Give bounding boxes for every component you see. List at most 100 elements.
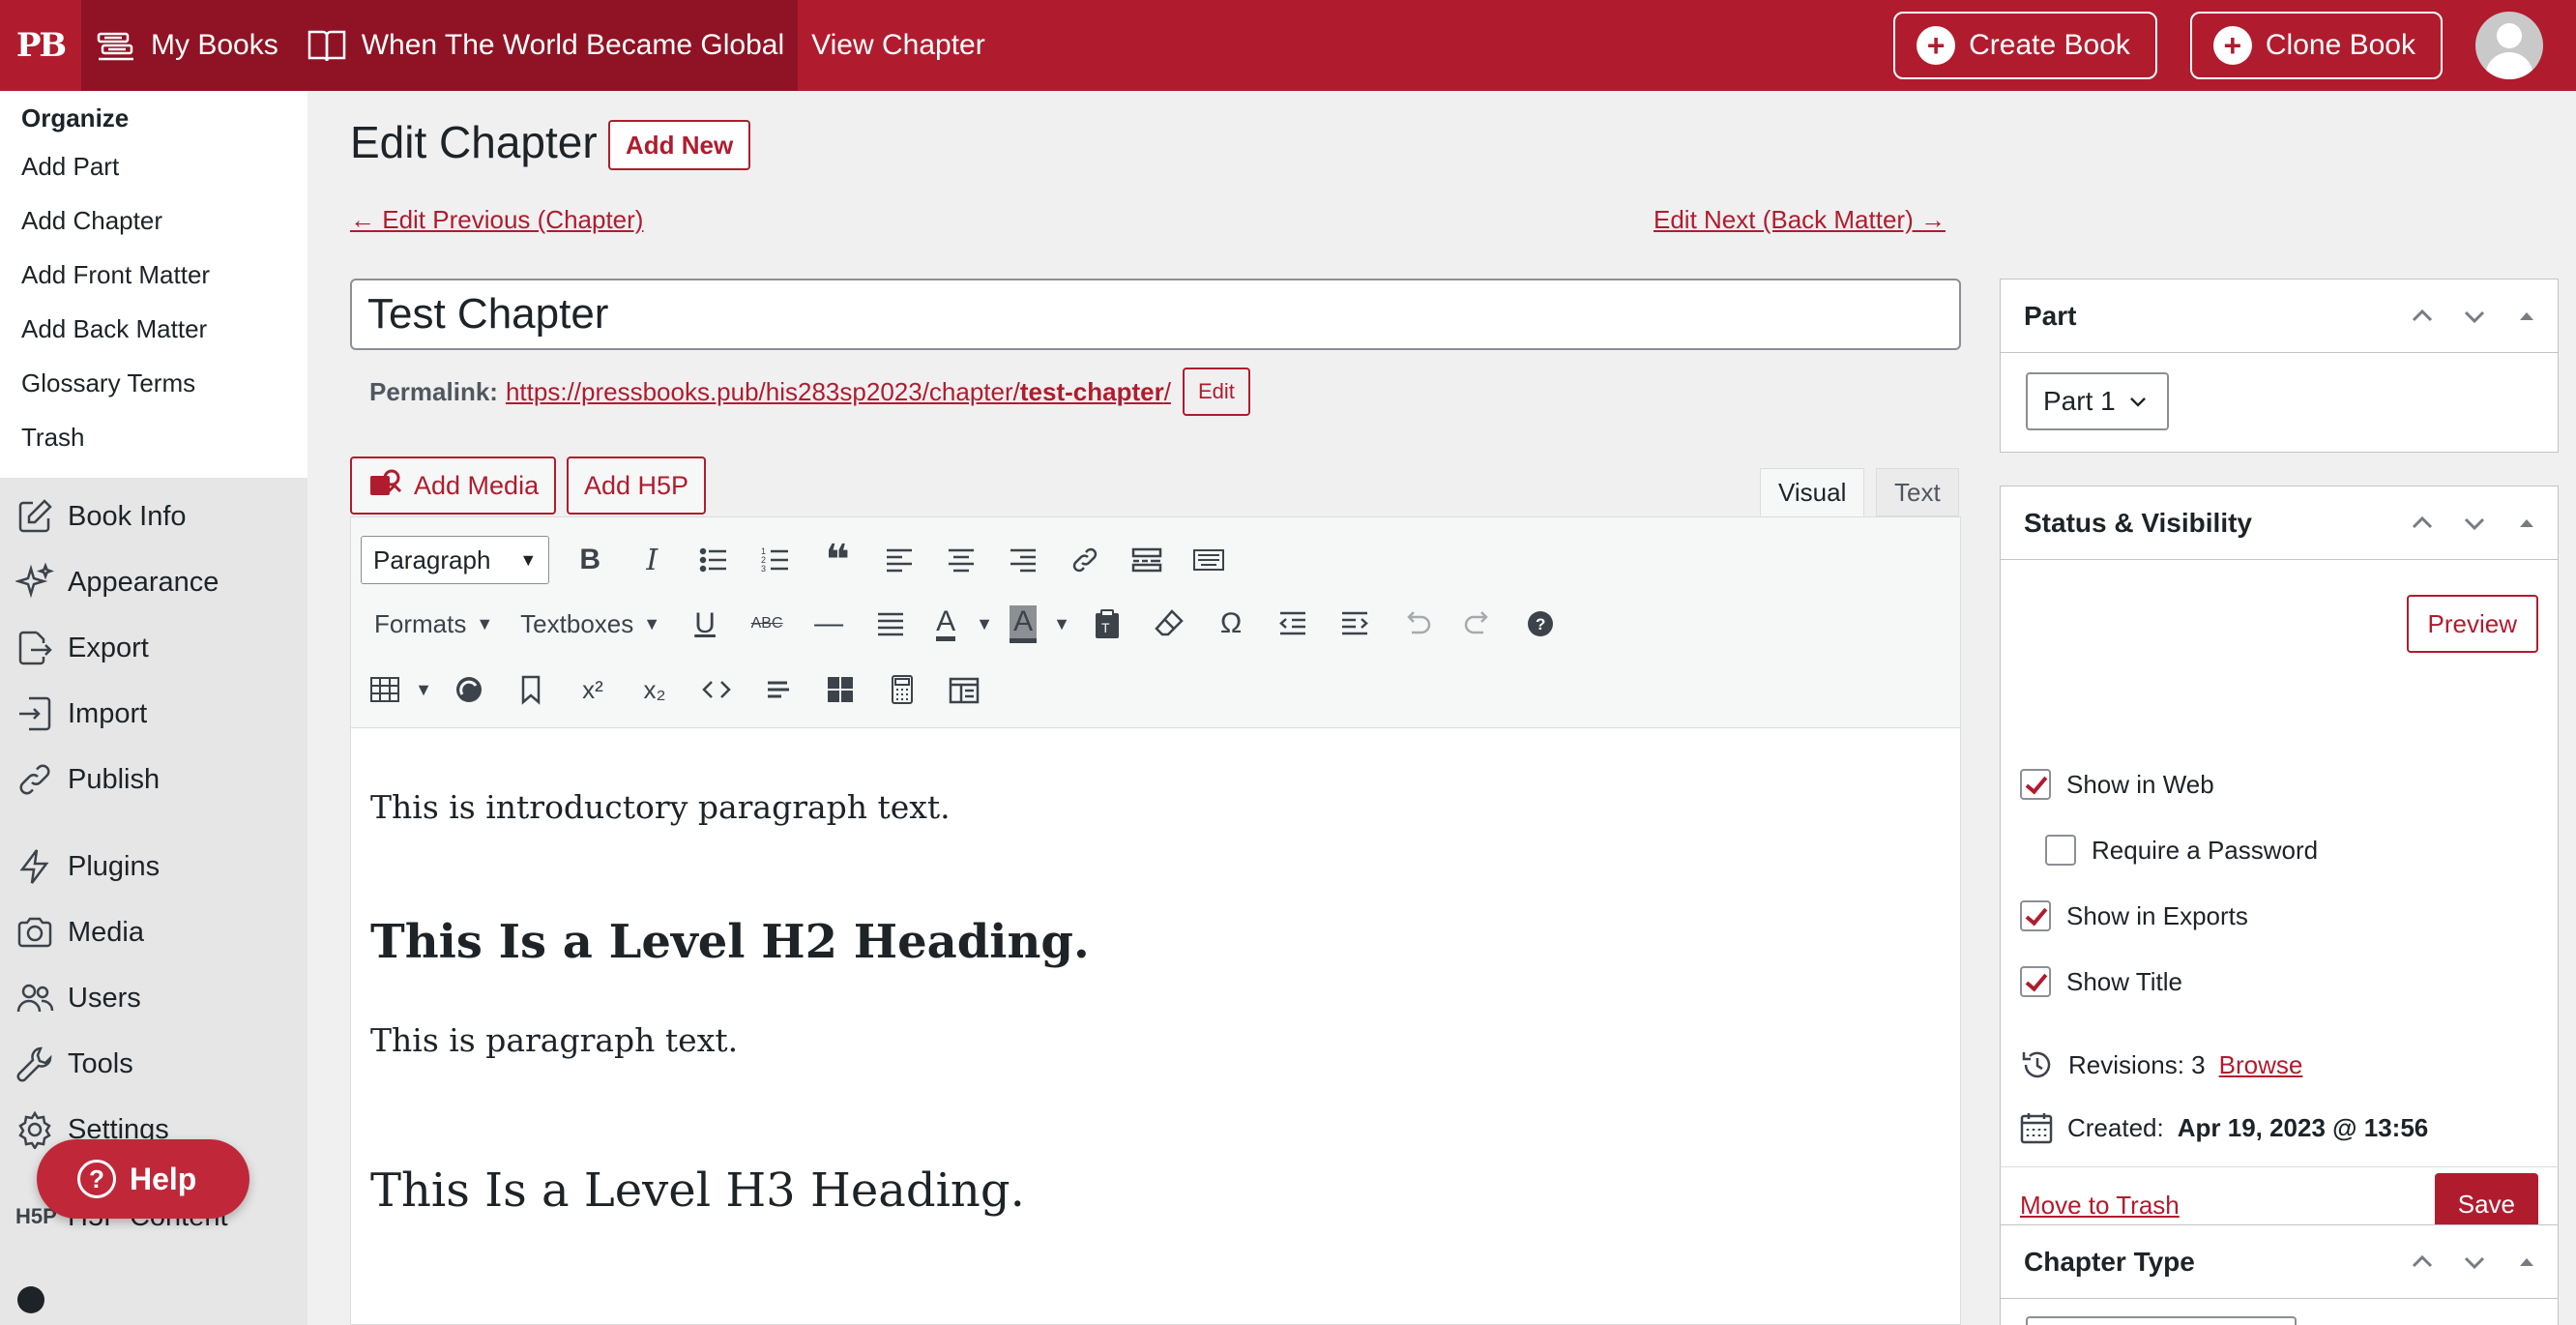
chevron-up-icon[interactable] bbox=[2409, 1249, 2436, 1276]
sidebar-item-add-chapter[interactable]: Add Chapter bbox=[0, 193, 307, 248]
block-format-select[interactable]: Paragraph ▼ bbox=[361, 536, 550, 584]
help-button[interactable]: ? Help bbox=[37, 1139, 249, 1219]
user-avatar[interactable] bbox=[2475, 12, 2543, 79]
footnote-icon[interactable] bbox=[747, 662, 809, 717]
sidebar-item-users[interactable]: Users bbox=[0, 965, 307, 1031]
sidebar-item-publish[interactable]: Publish bbox=[0, 747, 307, 812]
superscript-icon[interactable]: x² bbox=[562, 662, 624, 717]
require-password-checkbox[interactable] bbox=[2045, 835, 2076, 866]
background-color-icon[interactable]: A bbox=[999, 597, 1047, 651]
clear-formatting-icon[interactable] bbox=[1138, 597, 1200, 651]
permalink-url[interactable]: https://pressbooks.pub/his283sp2023/chap… bbox=[506, 377, 1171, 407]
numbered-list-icon[interactable]: 123 bbox=[745, 533, 806, 587]
read-more-icon[interactable] bbox=[1116, 533, 1178, 587]
sidebar-item-plugins[interactable]: Plugins bbox=[0, 834, 307, 899]
chevron-down-icon[interactable] bbox=[2461, 1249, 2488, 1276]
undo-icon[interactable] bbox=[1386, 597, 1448, 651]
sidebar-item-add-part[interactable]: Add Part bbox=[0, 139, 307, 193]
collapse-triangle-icon[interactable] bbox=[2513, 1249, 2540, 1276]
collapse-triangle-icon[interactable] bbox=[2513, 303, 2540, 330]
underline-icon[interactable]: U bbox=[674, 597, 736, 651]
justify-icon[interactable] bbox=[860, 597, 922, 651]
indent-icon[interactable] bbox=[1324, 597, 1386, 651]
align-center-icon[interactable] bbox=[930, 533, 992, 587]
paste-text-icon[interactable]: T bbox=[1076, 597, 1138, 651]
sidebar-item-trash[interactable]: Trash bbox=[0, 410, 307, 464]
subscript-icon[interactable]: x₂ bbox=[624, 662, 686, 717]
show-in-exports-checkbox[interactable] bbox=[2020, 900, 2051, 931]
sidebar-item-add-back-matter[interactable]: Add Back Matter bbox=[0, 302, 307, 356]
chapter-type-select[interactable] bbox=[2026, 1316, 2297, 1325]
collapse-menu-icon[interactable] bbox=[17, 1286, 44, 1313]
sidebar-item-import[interactable]: Import bbox=[0, 681, 307, 747]
hypothesis-icon[interactable] bbox=[438, 662, 500, 717]
add-media-button[interactable]: Add Media bbox=[350, 456, 557, 515]
browse-revisions-link[interactable]: Browse bbox=[2219, 1050, 2303, 1080]
add-new-button[interactable]: Add New bbox=[608, 120, 751, 170]
show-in-web-checkbox[interactable] bbox=[2020, 769, 2051, 800]
code-icon[interactable] bbox=[686, 662, 747, 717]
sidebar-item-export[interactable]: Export bbox=[0, 615, 307, 681]
text-color-icon[interactable]: A bbox=[922, 597, 970, 651]
part-panel-header[interactable]: Part bbox=[2001, 280, 2558, 353]
part-select[interactable]: Part 1 bbox=[2026, 372, 2169, 430]
chevron-up-icon[interactable] bbox=[2409, 510, 2436, 537]
table-icon[interactable] bbox=[361, 662, 409, 717]
revisions-row: Revisions: 3 Browse bbox=[2020, 1047, 2302, 1082]
chevron-up-icon[interactable] bbox=[2409, 303, 2436, 330]
book-title-link[interactable]: When The World Became Global bbox=[291, 0, 799, 91]
preview-button[interactable]: Preview bbox=[2406, 595, 2538, 653]
sidebar-item-glossary-terms[interactable]: Glossary Terms bbox=[0, 356, 307, 410]
pressbooks-logo[interactable]: PB bbox=[0, 0, 81, 91]
bold-icon[interactable]: B bbox=[559, 533, 621, 587]
special-character-icon[interactable]: Ω bbox=[1200, 597, 1262, 651]
status-panel-header[interactable]: Status & Visibility bbox=[2001, 486, 2558, 560]
align-right-icon[interactable] bbox=[992, 533, 1054, 587]
edit-permalink-button[interactable]: Edit bbox=[1182, 368, 1250, 416]
sidebar-item-add-front-matter[interactable]: Add Front Matter bbox=[0, 248, 307, 302]
bullet-list-icon[interactable] bbox=[683, 533, 745, 587]
glossary-icon[interactable] bbox=[933, 662, 995, 717]
edit-next-link[interactable]: Edit Next (Back Matter) → bbox=[1654, 205, 1946, 235]
collapse-triangle-icon[interactable] bbox=[2513, 510, 2540, 537]
create-book-button[interactable]: + Create Book bbox=[1893, 12, 2157, 79]
chevron-down-icon[interactable] bbox=[2461, 303, 2488, 330]
edit-previous-link[interactable]: ← Edit Previous (Chapter) bbox=[350, 205, 643, 235]
caret-down-icon[interactable]: ▼ bbox=[409, 662, 438, 717]
textboxes-dropdown[interactable]: Textboxes ▼ bbox=[507, 609, 674, 639]
strikethrough-icon[interactable]: ABC bbox=[736, 597, 798, 651]
bookmark-icon[interactable] bbox=[500, 662, 562, 717]
blocks-icon[interactable] bbox=[809, 662, 871, 717]
italic-icon[interactable]: I bbox=[621, 533, 683, 587]
sidebar-item-appearance[interactable]: Appearance bbox=[0, 549, 307, 615]
link-icon bbox=[19, 764, 50, 795]
clone-book-button[interactable]: + Clone Book bbox=[2189, 12, 2443, 79]
sidebar-item-media[interactable]: Media bbox=[0, 899, 307, 965]
calculator-icon[interactable] bbox=[871, 662, 933, 717]
caret-down-icon[interactable]: ▼ bbox=[970, 597, 999, 651]
sidebar-item-tools[interactable]: Tools bbox=[0, 1031, 307, 1097]
chapter-type-panel-header[interactable]: Chapter Type bbox=[2001, 1225, 2558, 1299]
my-books-link[interactable]: My Books bbox=[81, 0, 292, 91]
sidebar-item-organize[interactable]: Organize bbox=[0, 97, 307, 139]
tab-text[interactable]: Text bbox=[1876, 468, 1959, 516]
blockquote-icon[interactable]: ❝ bbox=[806, 533, 868, 587]
horizontal-line-icon[interactable]: — bbox=[798, 597, 860, 651]
outdent-icon[interactable] bbox=[1262, 597, 1324, 651]
tab-visual[interactable]: Visual bbox=[1760, 468, 1865, 516]
show-title-checkbox[interactable] bbox=[2020, 966, 2051, 997]
formats-dropdown[interactable]: Formats ▼ bbox=[361, 609, 507, 639]
editor-content[interactable]: This is introductory paragraph text. Thi… bbox=[351, 728, 1960, 1245]
keyboard-toggle-icon[interactable] bbox=[1178, 533, 1240, 587]
move-to-trash-link[interactable]: Move to Trash bbox=[2020, 1191, 2180, 1221]
add-h5p-button[interactable]: Add H5P bbox=[567, 456, 707, 515]
chapter-title-input[interactable]: Test Chapter bbox=[350, 279, 1961, 350]
chevron-down-icon[interactable] bbox=[2461, 510, 2488, 537]
insert-link-icon[interactable] bbox=[1054, 533, 1116, 587]
align-left-icon[interactable] bbox=[868, 533, 930, 587]
redo-icon[interactable] bbox=[1448, 597, 1509, 651]
view-chapter-link[interactable]: View Chapter bbox=[798, 0, 999, 91]
help-circle-icon[interactable]: ? bbox=[1509, 597, 1571, 651]
caret-down-icon[interactable]: ▼ bbox=[1047, 597, 1076, 651]
sidebar-item-book-info[interactable]: Book Info bbox=[0, 484, 307, 549]
